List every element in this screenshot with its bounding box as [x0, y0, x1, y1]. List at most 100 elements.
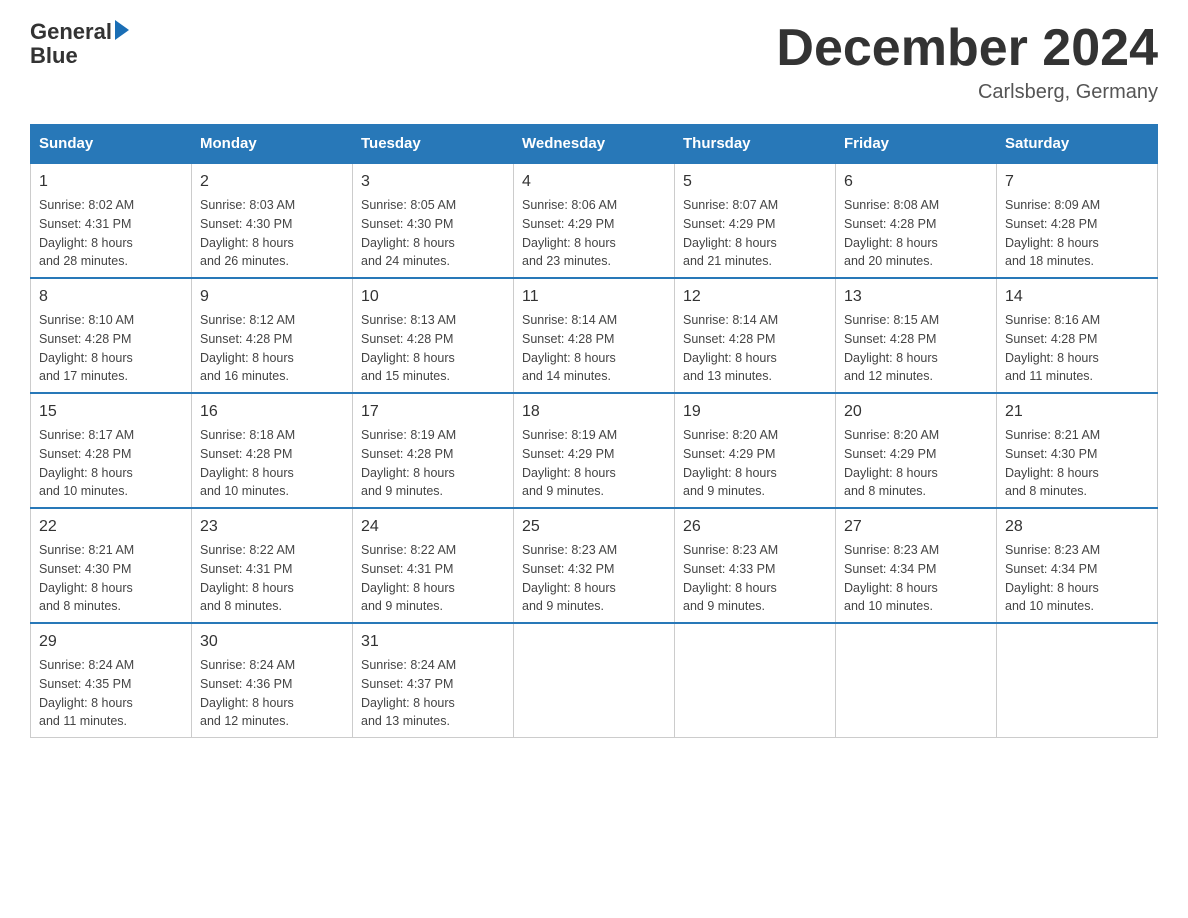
day-number: 11 — [522, 285, 666, 309]
calendar-cell-2-5: 12Sunrise: 8:14 AMSunset: 4:28 PMDayligh… — [675, 278, 836, 393]
calendar-cell-4-2: 23Sunrise: 8:22 AMSunset: 4:31 PMDayligh… — [192, 508, 353, 623]
calendar-cell-1-4: 4Sunrise: 8:06 AMSunset: 4:29 PMDaylight… — [514, 163, 675, 278]
calendar-cell-5-5 — [675, 623, 836, 738]
day-info: Sunrise: 8:17 AMSunset: 4:28 PMDaylight:… — [39, 426, 183, 501]
day-info: Sunrise: 8:13 AMSunset: 4:28 PMDaylight:… — [361, 311, 505, 386]
day-info: Sunrise: 8:14 AMSunset: 4:28 PMDaylight:… — [683, 311, 827, 386]
day-info: Sunrise: 8:23 AMSunset: 4:33 PMDaylight:… — [683, 541, 827, 616]
day-number: 12 — [683, 285, 827, 309]
calendar-cell-5-4 — [514, 623, 675, 738]
day-number: 17 — [361, 400, 505, 424]
calendar-week-4: 22Sunrise: 8:21 AMSunset: 4:30 PMDayligh… — [31, 508, 1158, 623]
day-number: 29 — [39, 630, 183, 654]
calendar-cell-1-6: 6Sunrise: 8:08 AMSunset: 4:28 PMDaylight… — [836, 163, 997, 278]
day-info: Sunrise: 8:21 AMSunset: 4:30 PMDaylight:… — [1005, 426, 1149, 501]
day-number: 23 — [200, 515, 344, 539]
day-number: 21 — [1005, 400, 1149, 424]
header-sunday: Sunday — [31, 125, 192, 164]
day-info: Sunrise: 8:10 AMSunset: 4:28 PMDaylight:… — [39, 311, 183, 386]
day-info: Sunrise: 8:15 AMSunset: 4:28 PMDaylight:… — [844, 311, 988, 386]
calendar-week-5: 29Sunrise: 8:24 AMSunset: 4:35 PMDayligh… — [31, 623, 1158, 738]
day-number: 20 — [844, 400, 988, 424]
day-number: 31 — [361, 630, 505, 654]
day-info: Sunrise: 8:16 AMSunset: 4:28 PMDaylight:… — [1005, 311, 1149, 386]
calendar-cell-5-7 — [997, 623, 1158, 738]
calendar-cell-4-6: 27Sunrise: 8:23 AMSunset: 4:34 PMDayligh… — [836, 508, 997, 623]
day-number: 24 — [361, 515, 505, 539]
calendar-cell-4-7: 28Sunrise: 8:23 AMSunset: 4:34 PMDayligh… — [997, 508, 1158, 623]
calendar-cell-3-7: 21Sunrise: 8:21 AMSunset: 4:30 PMDayligh… — [997, 393, 1158, 508]
logo-text-blue: Blue — [30, 44, 78, 68]
calendar-cell-1-5: 5Sunrise: 8:07 AMSunset: 4:29 PMDaylight… — [675, 163, 836, 278]
calendar-cell-2-1: 8Sunrise: 8:10 AMSunset: 4:28 PMDaylight… — [31, 278, 192, 393]
header-tuesday: Tuesday — [353, 125, 514, 164]
calendar-header-row: SundayMondayTuesdayWednesdayThursdayFrid… — [31, 125, 1158, 164]
header-friday: Friday — [836, 125, 997, 164]
day-info: Sunrise: 8:05 AMSunset: 4:30 PMDaylight:… — [361, 196, 505, 271]
day-number: 30 — [200, 630, 344, 654]
calendar-cell-3-6: 20Sunrise: 8:20 AMSunset: 4:29 PMDayligh… — [836, 393, 997, 508]
calendar-cell-2-6: 13Sunrise: 8:15 AMSunset: 4:28 PMDayligh… — [836, 278, 997, 393]
calendar-cell-4-3: 24Sunrise: 8:22 AMSunset: 4:31 PMDayligh… — [353, 508, 514, 623]
calendar-cell-5-3: 31Sunrise: 8:24 AMSunset: 4:37 PMDayligh… — [353, 623, 514, 738]
day-info: Sunrise: 8:23 AMSunset: 4:34 PMDaylight:… — [1005, 541, 1149, 616]
calendar-cell-1-3: 3Sunrise: 8:05 AMSunset: 4:30 PMDaylight… — [353, 163, 514, 278]
day-number: 10 — [361, 285, 505, 309]
header-saturday: Saturday — [997, 125, 1158, 164]
day-number: 8 — [39, 285, 183, 309]
calendar-cell-4-5: 26Sunrise: 8:23 AMSunset: 4:33 PMDayligh… — [675, 508, 836, 623]
calendar-cell-3-4: 18Sunrise: 8:19 AMSunset: 4:29 PMDayligh… — [514, 393, 675, 508]
day-number: 6 — [844, 170, 988, 194]
calendar-cell-1-1: 1Sunrise: 8:02 AMSunset: 4:31 PMDaylight… — [31, 163, 192, 278]
calendar-cell-5-1: 29Sunrise: 8:24 AMSunset: 4:35 PMDayligh… — [31, 623, 192, 738]
calendar-cell-2-2: 9Sunrise: 8:12 AMSunset: 4:28 PMDaylight… — [192, 278, 353, 393]
day-number: 22 — [39, 515, 183, 539]
header-monday: Monday — [192, 125, 353, 164]
day-info: Sunrise: 8:07 AMSunset: 4:29 PMDaylight:… — [683, 196, 827, 271]
day-info: Sunrise: 8:22 AMSunset: 4:31 PMDaylight:… — [200, 541, 344, 616]
calendar-week-1: 1Sunrise: 8:02 AMSunset: 4:31 PMDaylight… — [31, 163, 1158, 278]
calendar-cell-4-1: 22Sunrise: 8:21 AMSunset: 4:30 PMDayligh… — [31, 508, 192, 623]
calendar-cell-4-4: 25Sunrise: 8:23 AMSunset: 4:32 PMDayligh… — [514, 508, 675, 623]
day-info: Sunrise: 8:19 AMSunset: 4:29 PMDaylight:… — [522, 426, 666, 501]
day-info: Sunrise: 8:18 AMSunset: 4:28 PMDaylight:… — [200, 426, 344, 501]
day-number: 5 — [683, 170, 827, 194]
day-info: Sunrise: 8:24 AMSunset: 4:35 PMDaylight:… — [39, 656, 183, 731]
calendar-cell-5-6 — [836, 623, 997, 738]
calendar-cell-1-7: 7Sunrise: 8:09 AMSunset: 4:28 PMDaylight… — [997, 163, 1158, 278]
day-number: 25 — [522, 515, 666, 539]
day-number: 28 — [1005, 515, 1149, 539]
header-thursday: Thursday — [675, 125, 836, 164]
calendar-cell-3-5: 19Sunrise: 8:20 AMSunset: 4:29 PMDayligh… — [675, 393, 836, 508]
day-info: Sunrise: 8:08 AMSunset: 4:28 PMDaylight:… — [844, 196, 988, 271]
day-info: Sunrise: 8:22 AMSunset: 4:31 PMDaylight:… — [361, 541, 505, 616]
day-number: 9 — [200, 285, 344, 309]
day-number: 15 — [39, 400, 183, 424]
logo-arrow-icon — [115, 20, 129, 40]
day-info: Sunrise: 8:24 AMSunset: 4:36 PMDaylight:… — [200, 656, 344, 731]
calendar-cell-2-7: 14Sunrise: 8:16 AMSunset: 4:28 PMDayligh… — [997, 278, 1158, 393]
calendar-cell-5-2: 30Sunrise: 8:24 AMSunset: 4:36 PMDayligh… — [192, 623, 353, 738]
calendar-cell-2-4: 11Sunrise: 8:14 AMSunset: 4:28 PMDayligh… — [514, 278, 675, 393]
day-info: Sunrise: 8:02 AMSunset: 4:31 PMDaylight:… — [39, 196, 183, 271]
calendar-cell-2-3: 10Sunrise: 8:13 AMSunset: 4:28 PMDayligh… — [353, 278, 514, 393]
day-number: 1 — [39, 170, 183, 194]
day-number: 13 — [844, 285, 988, 309]
calendar-week-3: 15Sunrise: 8:17 AMSunset: 4:28 PMDayligh… — [31, 393, 1158, 508]
day-info: Sunrise: 8:20 AMSunset: 4:29 PMDaylight:… — [683, 426, 827, 501]
calendar-table: SundayMondayTuesdayWednesdayThursdayFrid… — [30, 124, 1158, 738]
day-info: Sunrise: 8:23 AMSunset: 4:34 PMDaylight:… — [844, 541, 988, 616]
calendar-cell-3-1: 15Sunrise: 8:17 AMSunset: 4:28 PMDayligh… — [31, 393, 192, 508]
header-wednesday: Wednesday — [514, 125, 675, 164]
day-info: Sunrise: 8:12 AMSunset: 4:28 PMDaylight:… — [200, 311, 344, 386]
calendar-week-2: 8Sunrise: 8:10 AMSunset: 4:28 PMDaylight… — [31, 278, 1158, 393]
calendar-cell-3-3: 17Sunrise: 8:19 AMSunset: 4:28 PMDayligh… — [353, 393, 514, 508]
day-number: 2 — [200, 170, 344, 194]
day-number: 19 — [683, 400, 827, 424]
page-header: General Blue December 2024 Carlsberg, Ge… — [30, 20, 1158, 104]
day-number: 26 — [683, 515, 827, 539]
day-number: 4 — [522, 170, 666, 194]
day-info: Sunrise: 8:09 AMSunset: 4:28 PMDaylight:… — [1005, 196, 1149, 271]
day-info: Sunrise: 8:03 AMSunset: 4:30 PMDaylight:… — [200, 196, 344, 271]
day-info: Sunrise: 8:23 AMSunset: 4:32 PMDaylight:… — [522, 541, 666, 616]
